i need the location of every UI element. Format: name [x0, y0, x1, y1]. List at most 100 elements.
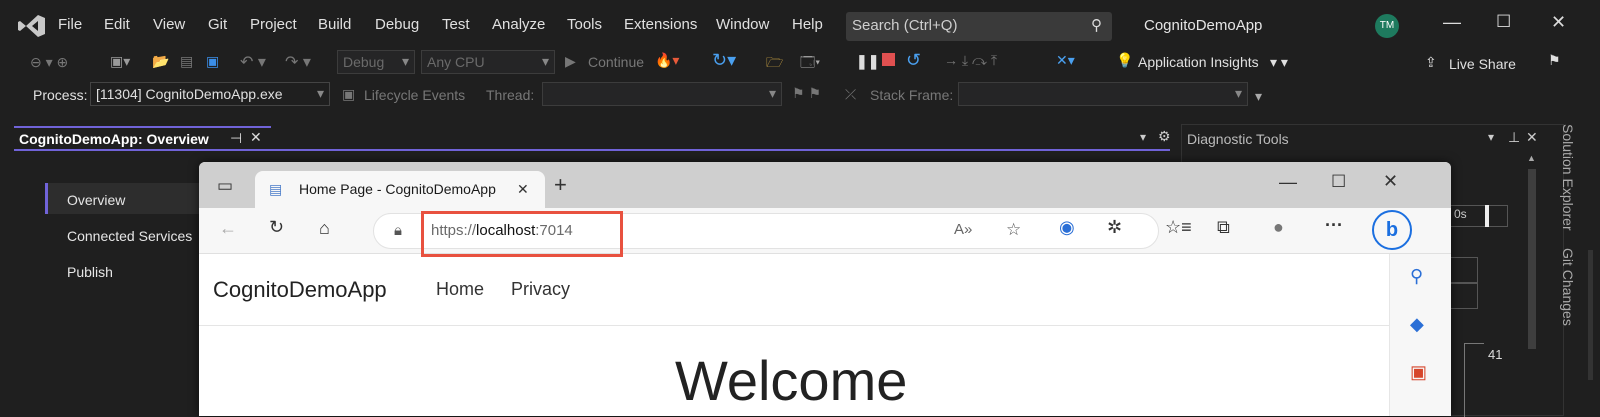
- nav-item-overview[interactable]: Overview: [67, 192, 125, 208]
- live-share-icon[interactable]: ⇪: [1425, 54, 1437, 71]
- lifecycle-icon[interactable]: ▣: [342, 86, 355, 103]
- menu-test[interactable]: Test: [442, 16, 470, 33]
- collections-icon[interactable]: ⧉: [1217, 217, 1230, 238]
- settings-gear-icon[interactable]: ⚙: [1158, 128, 1171, 145]
- redo-icon[interactable]: ↷ ▾: [285, 52, 311, 72]
- panel-close-icon[interactable]: ✕: [1526, 129, 1538, 146]
- diagnostics-icon[interactable]: ✕▾: [1056, 52, 1075, 69]
- browser-tab-home[interactable]: ▤ Home Page - CognitoDemoApp ✕: [255, 171, 545, 209]
- solution-explorer-tab[interactable]: Solution Explorer: [1560, 124, 1576, 231]
- new-item-icon[interactable]: ▣▾: [110, 53, 130, 70]
- read-aloud-icon[interactable]: A»: [954, 221, 972, 238]
- stack-frame-dropdown[interactable]: [958, 82, 1248, 106]
- platform-dropdown[interactable]: Any CPU: [421, 50, 555, 74]
- browser-close-icon[interactable]: ✕: [1383, 171, 1398, 192]
- memory-value: 41: [1488, 347, 1503, 362]
- menu-help[interactable]: Help: [792, 16, 823, 33]
- window-title: CognitoDemoApp: [1144, 17, 1263, 34]
- config-dropdown[interactable]: Debug: [337, 50, 415, 74]
- git-changes-tab[interactable]: Git Changes: [1560, 248, 1576, 326]
- stack-toggle-icon[interactable]: ⤫: [845, 86, 856, 103]
- app-insights-arrow-icon[interactable]: ▾ ▾: [1270, 54, 1288, 71]
- flag-thread-icon[interactable]: ⚑ ⚑: [792, 85, 821, 102]
- process-dropdown[interactable]: [11304] CognitoDemoApp.exe: [90, 82, 330, 106]
- nav-item-connected-services[interactable]: Connected Services: [67, 228, 192, 244]
- restart-icon[interactable]: ↺: [906, 50, 921, 71]
- step-icons[interactable]: → ⤓ ⤼ ⤒: [944, 52, 997, 69]
- toolbar-overflow-icon[interactable]: ▾: [1255, 88, 1262, 105]
- menu-tools[interactable]: Tools: [567, 16, 602, 33]
- add-favorite-icon[interactable]: ☆: [1006, 220, 1021, 240]
- tab-list-icon[interactable]: ▾: [1140, 130, 1146, 144]
- reload-icon[interactable]: ↻: [269, 217, 284, 238]
- save-all-icon[interactable]: ▣: [206, 53, 219, 70]
- layout-icon[interactable]: 🗔▾: [800, 52, 820, 76]
- feedback-icon[interactable]: ⚑: [1548, 52, 1561, 69]
- nav-item-publish[interactable]: Publish: [67, 264, 113, 280]
- browser-maximize-icon[interactable]: ☐: [1331, 172, 1346, 192]
- tab-actions-icon[interactable]: ▭: [217, 176, 233, 196]
- open-folder-icon[interactable]: 📂: [152, 53, 169, 70]
- shopping-tag-icon[interactable]: ◆: [1410, 314, 1424, 335]
- nav-link-home[interactable]: Home: [436, 279, 484, 300]
- hot-reload-icon[interactable]: 🔥▾: [655, 52, 679, 69]
- refresh-icon[interactable]: ↻▾: [712, 50, 736, 71]
- back-nav-icon[interactable]: ⊖ ▾ ⊕: [30, 54, 68, 71]
- bing-copilot-icon[interactable]: b: [1372, 210, 1412, 250]
- diagnostic-tools-title: Diagnostic Tools: [1187, 131, 1289, 147]
- live-share-label[interactable]: Live Share: [1449, 56, 1516, 72]
- lifecycle-events-label[interactable]: Lifecycle Events: [364, 87, 465, 103]
- back-icon[interactable]: ←: [219, 218, 237, 239]
- more-icon[interactable]: ···: [1325, 215, 1343, 236]
- menu-project[interactable]: Project: [250, 16, 297, 33]
- profile-icon[interactable]: ●: [1273, 217, 1284, 238]
- menu-build[interactable]: Build: [318, 16, 351, 33]
- tracking-icon[interactable]: ◉: [1059, 217, 1075, 238]
- rail-scrollbar[interactable]: [1588, 250, 1593, 380]
- browser-minimize-icon[interactable]: —: [1279, 172, 1297, 193]
- thread-dropdown[interactable]: [542, 82, 782, 106]
- site-brand-link[interactable]: CognitoDemoApp: [213, 277, 387, 303]
- menu-view[interactable]: View: [153, 16, 185, 33]
- maximize-icon[interactable]: ☐: [1496, 12, 1511, 32]
- lock-icon[interactable]: 🔒︎: [394, 222, 402, 239]
- timeline-marker[interactable]: [1485, 205, 1489, 227]
- home-icon[interactable]: ⌂: [319, 218, 330, 239]
- panel-menu-icon[interactable]: ▾: [1488, 130, 1494, 144]
- menu-edit[interactable]: Edit: [104, 16, 130, 33]
- close-browser-tab-icon[interactable]: ✕: [517, 181, 529, 198]
- avatar[interactable]: TM: [1375, 14, 1399, 38]
- stop-icon[interactable]: [882, 53, 895, 66]
- pause-icon[interactable]: ❚❚: [856, 53, 879, 70]
- stack-frame-label: Stack Frame:: [870, 87, 954, 103]
- play-icon[interactable]: ▶: [565, 53, 576, 70]
- save-icon[interactable]: ▤: [180, 53, 193, 70]
- app-insights-label[interactable]: Application Insights: [1138, 54, 1259, 70]
- minimize-icon[interactable]: —: [1443, 12, 1461, 33]
- app-insights-icon[interactable]: 💡: [1116, 52, 1133, 69]
- menu-window[interactable]: Window: [716, 16, 769, 33]
- favorites-icon[interactable]: ☆≡: [1165, 217, 1192, 238]
- pin-icon[interactable]: ⊣: [230, 130, 242, 147]
- search-box[interactable]: Search (Ctrl+Q) ⚲: [846, 12, 1112, 41]
- new-tab-icon[interactable]: +: [554, 172, 567, 198]
- browse-folder-icon[interactable]: 🗁: [766, 52, 783, 76]
- menu-debug[interactable]: Debug: [375, 16, 419, 33]
- menu-file[interactable]: File: [58, 16, 82, 33]
- tools-briefcase-icon[interactable]: ▣: [1410, 362, 1427, 383]
- scroll-up-icon[interactable]: ▲: [1527, 153, 1536, 163]
- continue-label[interactable]: Continue: [588, 54, 644, 70]
- menu-extensions[interactable]: Extensions: [624, 16, 697, 33]
- menu-git[interactable]: Git: [208, 16, 227, 33]
- undo-icon[interactable]: ↶ ▾: [240, 52, 266, 72]
- panel-pin-icon[interactable]: ⊥: [1508, 129, 1520, 146]
- extensions-icon[interactable]: ✲: [1107, 217, 1122, 238]
- nav-link-privacy[interactable]: Privacy: [511, 279, 570, 300]
- diag-scrollbar[interactable]: [1528, 169, 1536, 349]
- close-icon[interactable]: ✕: [1551, 12, 1566, 33]
- close-tab-icon[interactable]: ✕: [250, 129, 262, 146]
- tab-overview-document[interactable]: CognitoDemoApp: Overview ⊣ ✕: [14, 126, 271, 150]
- sidebar-search-icon[interactable]: ⚲: [1410, 266, 1423, 287]
- vs-logo-icon[interactable]: [18, 14, 46, 38]
- menu-analyze[interactable]: Analyze: [492, 16, 545, 33]
